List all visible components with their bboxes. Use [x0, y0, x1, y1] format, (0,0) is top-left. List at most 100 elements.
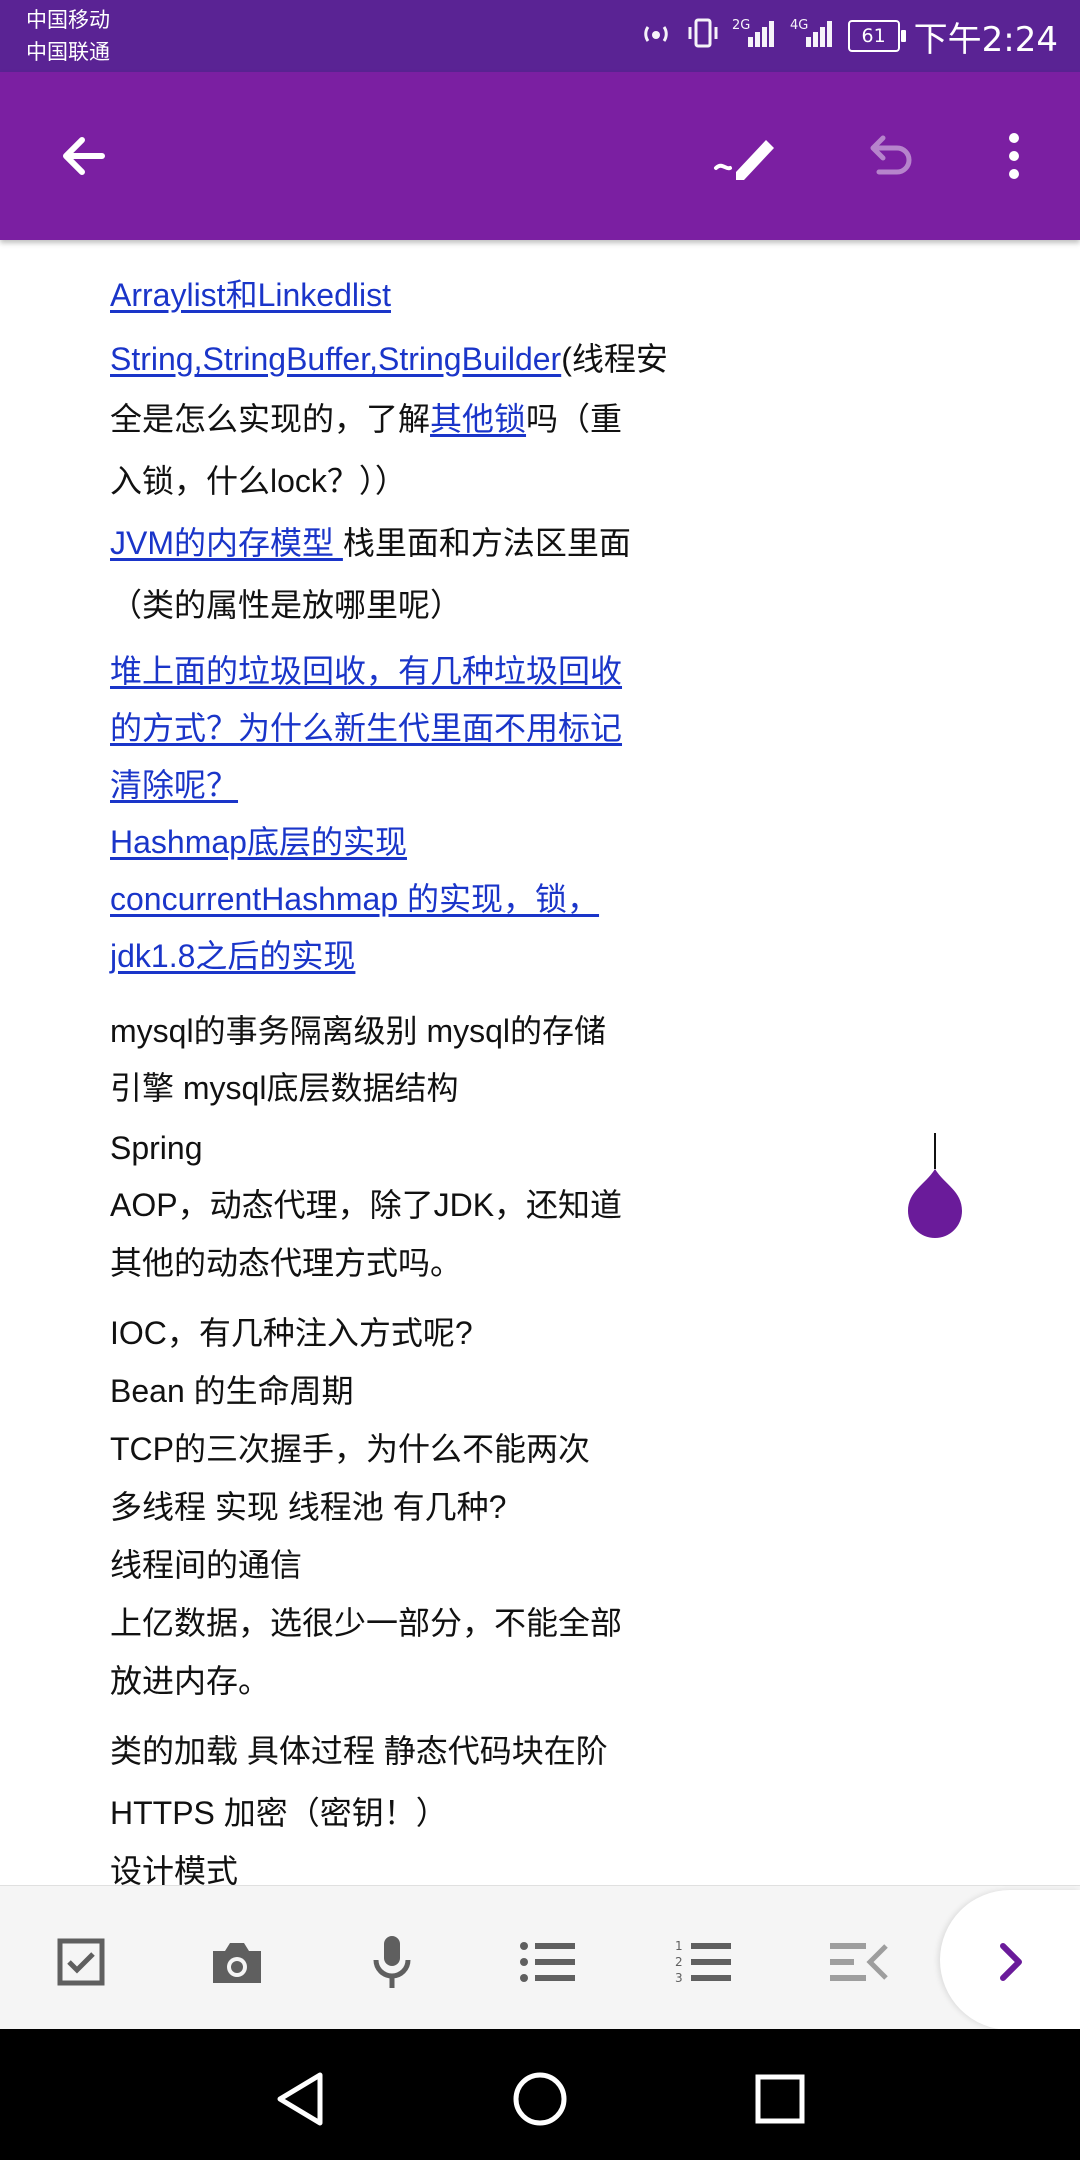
link-concurrent-hashmap[interactable]: concurrentHashmap 的实现，锁， — [110, 881, 599, 917]
svg-text:2: 2 — [675, 1955, 683, 1969]
carrier-1: 中国移动 — [26, 8, 110, 32]
recents-square-icon — [755, 2074, 805, 2124]
link-hashmap[interactable]: Hashmap底层的实现 — [110, 824, 407, 860]
note-line-9: 清除呢？ — [110, 760, 238, 806]
expand-toolbar-button[interactable] — [970, 1922, 1050, 2002]
undo-icon — [870, 135, 912, 175]
note-text: mysql的事务隔离级别 mysql的存储 — [110, 1013, 607, 1049]
bulleted-list-button[interactable] — [508, 1922, 588, 2002]
note-content[interactable]: Arraylist和Linkedlist String,StringBuffer… — [0, 240, 1080, 1885]
note-line-10: Hashmap底层的实现 — [110, 817, 407, 863]
microphone-button[interactable] — [352, 1922, 432, 2002]
status-time: 下午2:24 — [913, 19, 1058, 60]
note-line-26: HTTPS 加密（密钥！） — [110, 1788, 448, 1834]
arrow-left-icon — [63, 137, 105, 175]
note-line-20: TCP的三次握手，为什么不能两次 — [110, 1424, 590, 1470]
svg-text:1: 1 — [675, 1939, 683, 1953]
note-text: 设计模式 — [110, 1853, 239, 1885]
link-gc[interactable]: 堆上面的垃圾回收，有几种垃圾回收 — [110, 653, 622, 689]
signal-2-icon: 4G — [790, 15, 834, 57]
undo-button[interactable] — [845, 112, 933, 200]
note-line-16: AOP，动态代理，除了JDK，还知道 — [110, 1180, 622, 1226]
bulleted-list-icon — [520, 1942, 575, 1982]
note-line-13: mysql的事务隔离级别 mysql的存储 — [110, 1006, 606, 1052]
checkbox-icon — [57, 1938, 105, 1986]
note-text: AOP，动态代理，除了JDK，还知道 — [110, 1187, 623, 1223]
system-nav-bar — [0, 2029, 1080, 2160]
note-line-22: 线程间的通信 — [110, 1540, 302, 1586]
status-right: 2G 4G 61 下午2:24 — [638, 8, 1058, 64]
note-line-6: （类的属性是放哪里呢） — [110, 580, 462, 626]
link-other-locks[interactable]: 其他锁 — [430, 401, 526, 437]
text-cursor-handle-icon — [908, 1133, 962, 1238]
note-line-14: 引擎 mysql底层数据结构 — [110, 1063, 458, 1109]
note-text: 多线程 实现 线程池 有几种? — [110, 1489, 507, 1525]
link-jdk18[interactable]: jdk1.8之后的实现 — [110, 938, 355, 974]
note-text: TCP的三次握手，为什么不能两次 — [110, 1431, 591, 1467]
status-bar: 中国移动 中国联通 2G 4G 61 下午2:24 — [0, 0, 1080, 72]
note-line-7: 堆上面的垃圾回收，有几种垃圾回收 — [110, 646, 622, 692]
note-line-27: 设计模式 — [110, 1846, 238, 1885]
note-text: 线程间的通信 — [110, 1547, 303, 1583]
link-arraylist[interactable]: Arraylist和Linkedlist — [110, 277, 391, 313]
home-circle-icon — [513, 2072, 567, 2126]
carrier-2: 中国联通 — [26, 40, 110, 64]
note-text: HTTPS 加密（密钥！） — [110, 1795, 448, 1831]
note-text: 放进内存。 — [110, 1663, 271, 1699]
note-text: （类的属性是放哪里呢） — [110, 587, 463, 623]
note-line-15: Spring — [110, 1130, 203, 1167]
back-button[interactable] — [40, 112, 128, 200]
note-line-25: 类的加载 具体过程 静态代码块在阶 — [110, 1726, 608, 1772]
note-text: 其他的动态代理方式吗。 — [110, 1245, 463, 1281]
nav-home-button[interactable] — [500, 2059, 580, 2139]
note-line-24: 放进内存。 — [110, 1656, 270, 1702]
note-line-21: 多线程 实现 线程池 有几种? — [110, 1482, 506, 1528]
note-text: 吗（重 — [526, 401, 623, 437]
nav-back-button[interactable] — [260, 2059, 340, 2139]
note-text: (线程安 — [561, 341, 668, 377]
note-line-8: 的方式？为什么新生代里面不用标记 — [110, 703, 622, 749]
more-vertical-icon — [1009, 133, 1019, 179]
note-line-2: String,StringBuffer,StringBuilder(线程安 — [110, 334, 668, 380]
svg-text:3: 3 — [675, 1971, 683, 1985]
camera-button[interactable] — [197, 1922, 277, 2002]
link-string[interactable]: String,StringBuffer,StringBuilder — [110, 341, 561, 377]
link-jvm[interactable]: JVM的内存模型 — [110, 525, 343, 561]
note-line-11: concurrentHashmap 的实现，锁， — [110, 874, 599, 920]
microphone-icon — [373, 1936, 411, 1988]
note-text: 入锁，什么lock？）） — [110, 463, 407, 499]
note-text: 全是怎么实现的，了解 — [110, 401, 431, 437]
nav-recents-button[interactable] — [740, 2059, 820, 2139]
note-text: 上亿数据，选很少一部分，不能全部 — [110, 1605, 623, 1641]
note-line-19: Bean 的生命周期 — [110, 1366, 354, 1412]
chevron-right-icon — [1000, 1943, 1022, 1981]
outdent-button[interactable] — [819, 1922, 899, 2002]
note-line-3: 全是怎么实现的，了解其他锁吗（重 — [110, 394, 622, 440]
outdent-icon — [830, 1943, 888, 1981]
formatting-toolbar: 1 2 3 — [0, 1885, 1080, 2030]
note-line-18: IOC，有几种注入方式呢? — [110, 1308, 473, 1354]
link-gc[interactable]: 的方式？为什么新生代里面不用标记 — [110, 710, 622, 746]
link-gc[interactable]: 清除呢？ — [110, 767, 238, 803]
checkbox-button[interactable] — [41, 1922, 121, 2002]
ink-pen-button[interactable] — [700, 112, 788, 200]
hotspot-icon — [638, 15, 674, 57]
pen-icon — [714, 140, 774, 180]
note-text: 引擎 mysql底层数据结构 — [110, 1070, 459, 1106]
back-triangle-icon — [277, 2072, 323, 2126]
note-text: IOC，有几种注入方式呢? — [110, 1315, 473, 1351]
vibrate-icon — [688, 15, 718, 57]
battery-indicator: 61 — [847, 20, 906, 52]
note-line-1: Arraylist和Linkedlist — [110, 270, 391, 316]
cursor-drag-handle[interactable] — [905, 1133, 965, 1241]
note-line-5: JVM的内存模型 栈里面和方法区里面 — [110, 518, 631, 564]
numbered-list-icon: 1 2 3 — [675, 1939, 731, 1985]
network-2-label: 4G — [790, 18, 808, 33]
note-text: 栈里面和方法区里面 — [342, 525, 631, 561]
note-text: Spring — [110, 1130, 203, 1166]
app-toolbar — [0, 72, 1080, 240]
more-options-button[interactable] — [970, 112, 1058, 200]
numbered-list-button[interactable]: 1 2 3 — [664, 1922, 744, 2002]
note-line-12: jdk1.8之后的实现 — [110, 931, 355, 977]
note-text: Bean 的生命周期 — [110, 1373, 354, 1409]
